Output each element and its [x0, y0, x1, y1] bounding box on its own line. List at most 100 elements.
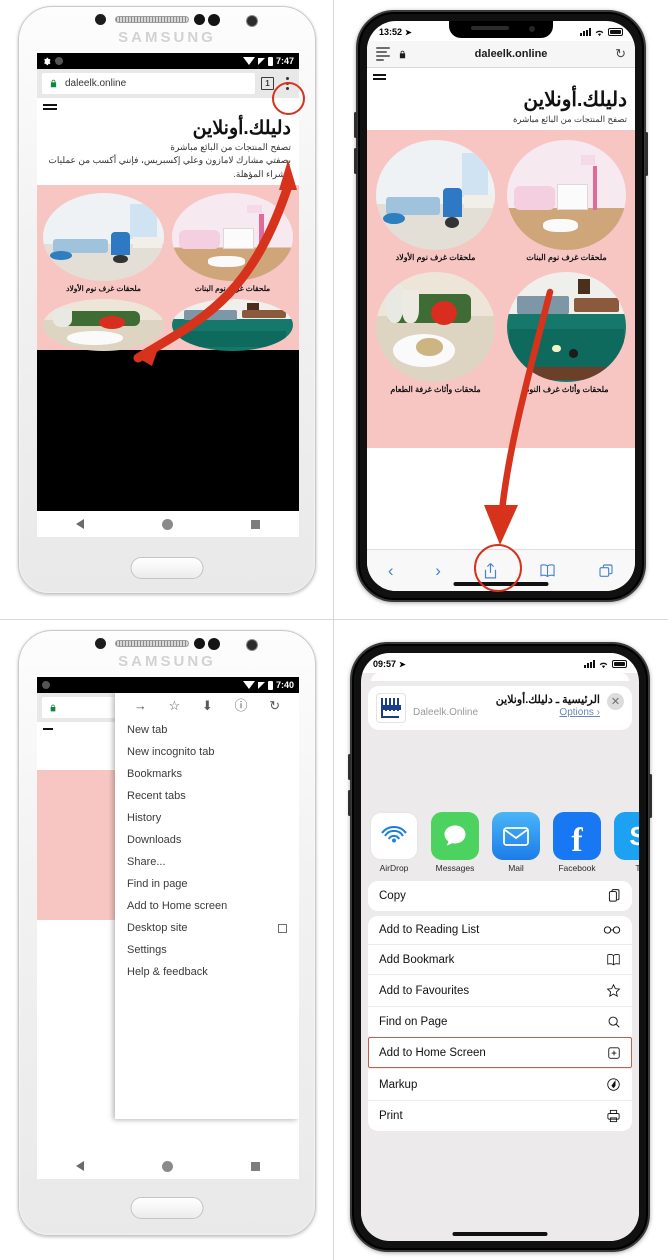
url-text[interactable]: daleelk.online [415, 48, 607, 60]
share-action-markup[interactable]: Markup [368, 1068, 632, 1100]
airdrop-icon [381, 826, 407, 843]
gear-icon [44, 57, 51, 65]
share-app-facebook[interactable]: f Facebook [553, 812, 601, 873]
recents-button-icon[interactable] [251, 519, 260, 529]
share-action-add-bookmark[interactable]: Add Bookmark [368, 944, 632, 974]
category-card[interactable]: ملحقات غرف نوم البنات [172, 193, 293, 293]
home-indicator [452, 1232, 548, 1236]
menu-item-new-tab[interactable]: New tab [115, 719, 299, 741]
ios-status-bar: 13:52 ➤ [367, 21, 635, 41]
tab-count-button[interactable]: 1 [261, 77, 274, 90]
reload-icon[interactable]: ↻ [615, 46, 626, 62]
printer-icon [606, 1109, 621, 1123]
category-card[interactable]: ملحقات وأثاث غرف النوم [172, 299, 293, 363]
ios-screen: 13:52 ➤ daleelk.online ↻ دليلك.أونلاين ت… [367, 21, 635, 591]
bedroom-girl-photo [507, 140, 626, 250]
category-card[interactable]: ملحقات وأثاث غرفة الطعام [43, 299, 164, 363]
category-card[interactable]: ملحقات غرف نوم الأولاد [376, 140, 495, 262]
menu-item-downloads[interactable]: Downloads [115, 829, 299, 851]
back-button-icon[interactable] [76, 519, 84, 529]
forward-button[interactable]: › [435, 561, 441, 581]
category-section: ملحقات غرف نوم الأولاد ملحقات غرف نوم ال… [37, 185, 299, 351]
website-content: دليلك.أونلاين تصفح المنتجات من البائع مب… [367, 68, 635, 448]
menu-item-recent-tabs[interactable]: Recent tabs [115, 785, 299, 807]
tabs-icon[interactable] [598, 563, 614, 579]
volume-down-button[interactable] [354, 148, 357, 174]
site-hamburger-icon[interactable] [37, 98, 299, 116]
share-action-copy[interactable]: Copy [368, 881, 632, 911]
share-action-label: Print [379, 1110, 403, 1122]
home-button-icon[interactable] [162, 1160, 173, 1172]
recents-button-icon[interactable] [251, 1161, 260, 1171]
android-status-bar: 7:47 [37, 53, 299, 69]
physical-home-button[interactable] [130, 1197, 204, 1219]
category-card[interactable]: ملحقات وأثاث غرفة الطعام [376, 272, 495, 394]
notification-dot-icon [42, 681, 50, 689]
share-app-mail[interactable]: Mail [492, 812, 540, 873]
home-button-icon[interactable] [162, 518, 173, 530]
reload-icon[interactable]: ↻ [269, 699, 280, 712]
desktop-site-checkbox[interactable] [278, 923, 287, 933]
status-clock-group: 09:57 ➤ [373, 659, 406, 669]
menu-item-history[interactable]: History [115, 807, 299, 829]
signal-icon [580, 28, 591, 36]
star-icon[interactable]: ☆ [169, 699, 181, 712]
card-caption: ملحقات غرف نوم البنات [194, 284, 271, 293]
panel-android-menu: SAMSUNG 7:40 → ☆ ⬇ ⓘ ↻ New tab New incog… [0, 620, 334, 1260]
category-card[interactable]: ملحقات غرف نوم الأولاد [43, 193, 164, 293]
markup-icon [606, 1077, 621, 1092]
share-app-messages[interactable]: Messages [431, 812, 479, 873]
info-icon[interactable]: ⓘ [235, 699, 248, 712]
star-icon [606, 983, 621, 998]
volume-up-button[interactable] [354, 112, 357, 138]
close-icon[interactable]: ✕ [607, 693, 624, 710]
location-arrow-icon: ➤ [399, 659, 406, 669]
share-action-find-on-page[interactable]: Find on Page [368, 1006, 632, 1037]
back-button[interactable]: ‹ [388, 561, 394, 581]
share-app-airdrop[interactable]: AirDrop [370, 812, 418, 873]
android-nav-bar [37, 511, 299, 537]
power-button[interactable] [649, 774, 652, 818]
sensor-dot-icon [208, 638, 220, 650]
menu-item-settings[interactable]: Settings [115, 939, 299, 961]
back-button-icon[interactable] [76, 1161, 84, 1171]
menu-item-new-incognito-tab[interactable]: New incognito tab [115, 741, 299, 763]
physical-home-button[interactable] [130, 557, 204, 579]
location-arrow-icon: ➤ [405, 27, 412, 37]
forward-icon[interactable]: → [134, 699, 147, 712]
category-card[interactable]: ملحقات وأثاث غرف النوم [507, 272, 626, 394]
download-icon[interactable]: ⬇ [202, 699, 213, 712]
sensor-dot-icon [208, 14, 220, 26]
category-card[interactable]: ملحقات غرف نوم البنات [507, 140, 626, 262]
samsung-device-frame: SAMSUNG 7:47 daleelk.online 1 دليلك.أونل… [18, 6, 316, 594]
menu-item-help-feedback[interactable]: Help & feedback [115, 961, 299, 983]
lock-icon [50, 79, 57, 88]
android-screen: 7:47 daleelk.online 1 دليلك.أونلاين تصفح… [37, 53, 299, 537]
android-nav-bar [37, 1153, 299, 1179]
reader-icon[interactable] [376, 47, 390, 61]
site-title: دليلك.أونلاين [523, 89, 627, 111]
share-app-more[interactable]: S T [614, 812, 639, 873]
share-options-link[interactable]: Options › [559, 707, 600, 718]
share-page-title: الرئيسية ـ دليلك.أونلاين [495, 694, 600, 706]
volume-up-button[interactable] [348, 754, 351, 780]
menu-item-add-to-home-screen[interactable]: Add to Home screen [115, 895, 299, 917]
billiards-photo [172, 299, 293, 351]
menu-item-desktop-site[interactable]: Desktop site [115, 917, 299, 939]
menu-item-find-in-page[interactable]: Find in page [115, 873, 299, 895]
menu-item-share[interactable]: Share... [115, 851, 299, 873]
power-button[interactable] [645, 132, 648, 176]
battery-icon [612, 660, 627, 668]
share-action-add-to-home-screen[interactable]: Add to Home Screen [368, 1037, 632, 1068]
menu-item-bookmarks[interactable]: Bookmarks [115, 763, 299, 785]
volume-down-button[interactable] [348, 790, 351, 816]
book-icon [606, 953, 621, 966]
url-bar[interactable]: daleelk.online [42, 73, 255, 94]
share-action-add-to-favourites[interactable]: Add to Favourites [368, 974, 632, 1006]
share-action-print[interactable]: Print [368, 1100, 632, 1131]
four-panel-tutorial: SAMSUNG 7:47 daleelk.online 1 دليلك.أونل… [0, 0, 668, 1260]
book-icon[interactable] [539, 563, 556, 578]
share-action-add-to-reading-list[interactable]: Add to Reading List [368, 916, 632, 944]
site-hamburger-icon[interactable] [367, 68, 635, 86]
wifi-icon [242, 57, 255, 65]
